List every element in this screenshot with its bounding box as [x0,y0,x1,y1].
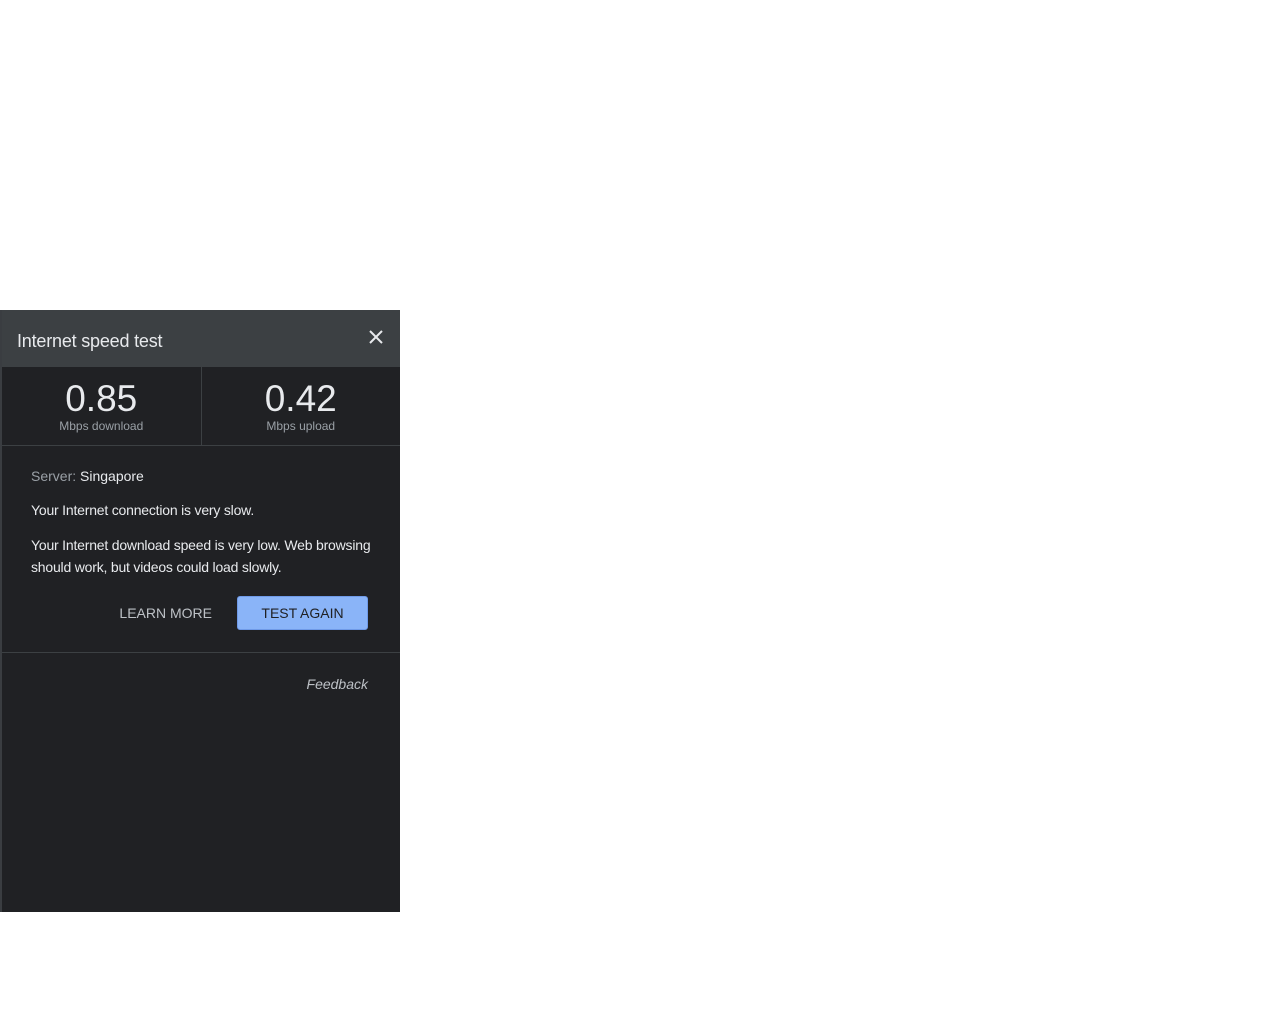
server-label: Server: [31,468,77,484]
upload-value: 0.42 [264,378,337,419]
download-stat: 0.85 Mbps download [2,367,201,445]
speed-message: Your Internet connection is very slow. [31,502,255,518]
close-icon[interactable] [366,327,386,347]
upload-stat: 0.42 Mbps upload [200,367,401,445]
feedback-link[interactable]: Feedback [307,676,368,692]
learn-more-button[interactable]: LEARN MORE [119,605,212,621]
upload-unit: Mbps upload [266,419,336,433]
panel-title: Internet speed test [17,331,163,351]
speed-stats: 0.85 Mbps download 0.42 Mbps upload [2,367,400,446]
download-value: 0.85 [65,378,138,419]
server-name: Singapore [80,468,144,484]
download-unit: Mbps download [59,419,144,433]
server-info: Server: Singapore [31,468,371,484]
test-again-button[interactable]: TEST AGAIN [237,596,368,630]
speed-test-panel: Internet speed test 0.85 Mbps download 0… [0,310,400,912]
action-bar: LEARN MORE TEST AGAIN [119,596,368,630]
panel-header: Internet speed test [2,310,400,367]
speed-description: Your Internet download speed is very low… [31,537,371,575]
